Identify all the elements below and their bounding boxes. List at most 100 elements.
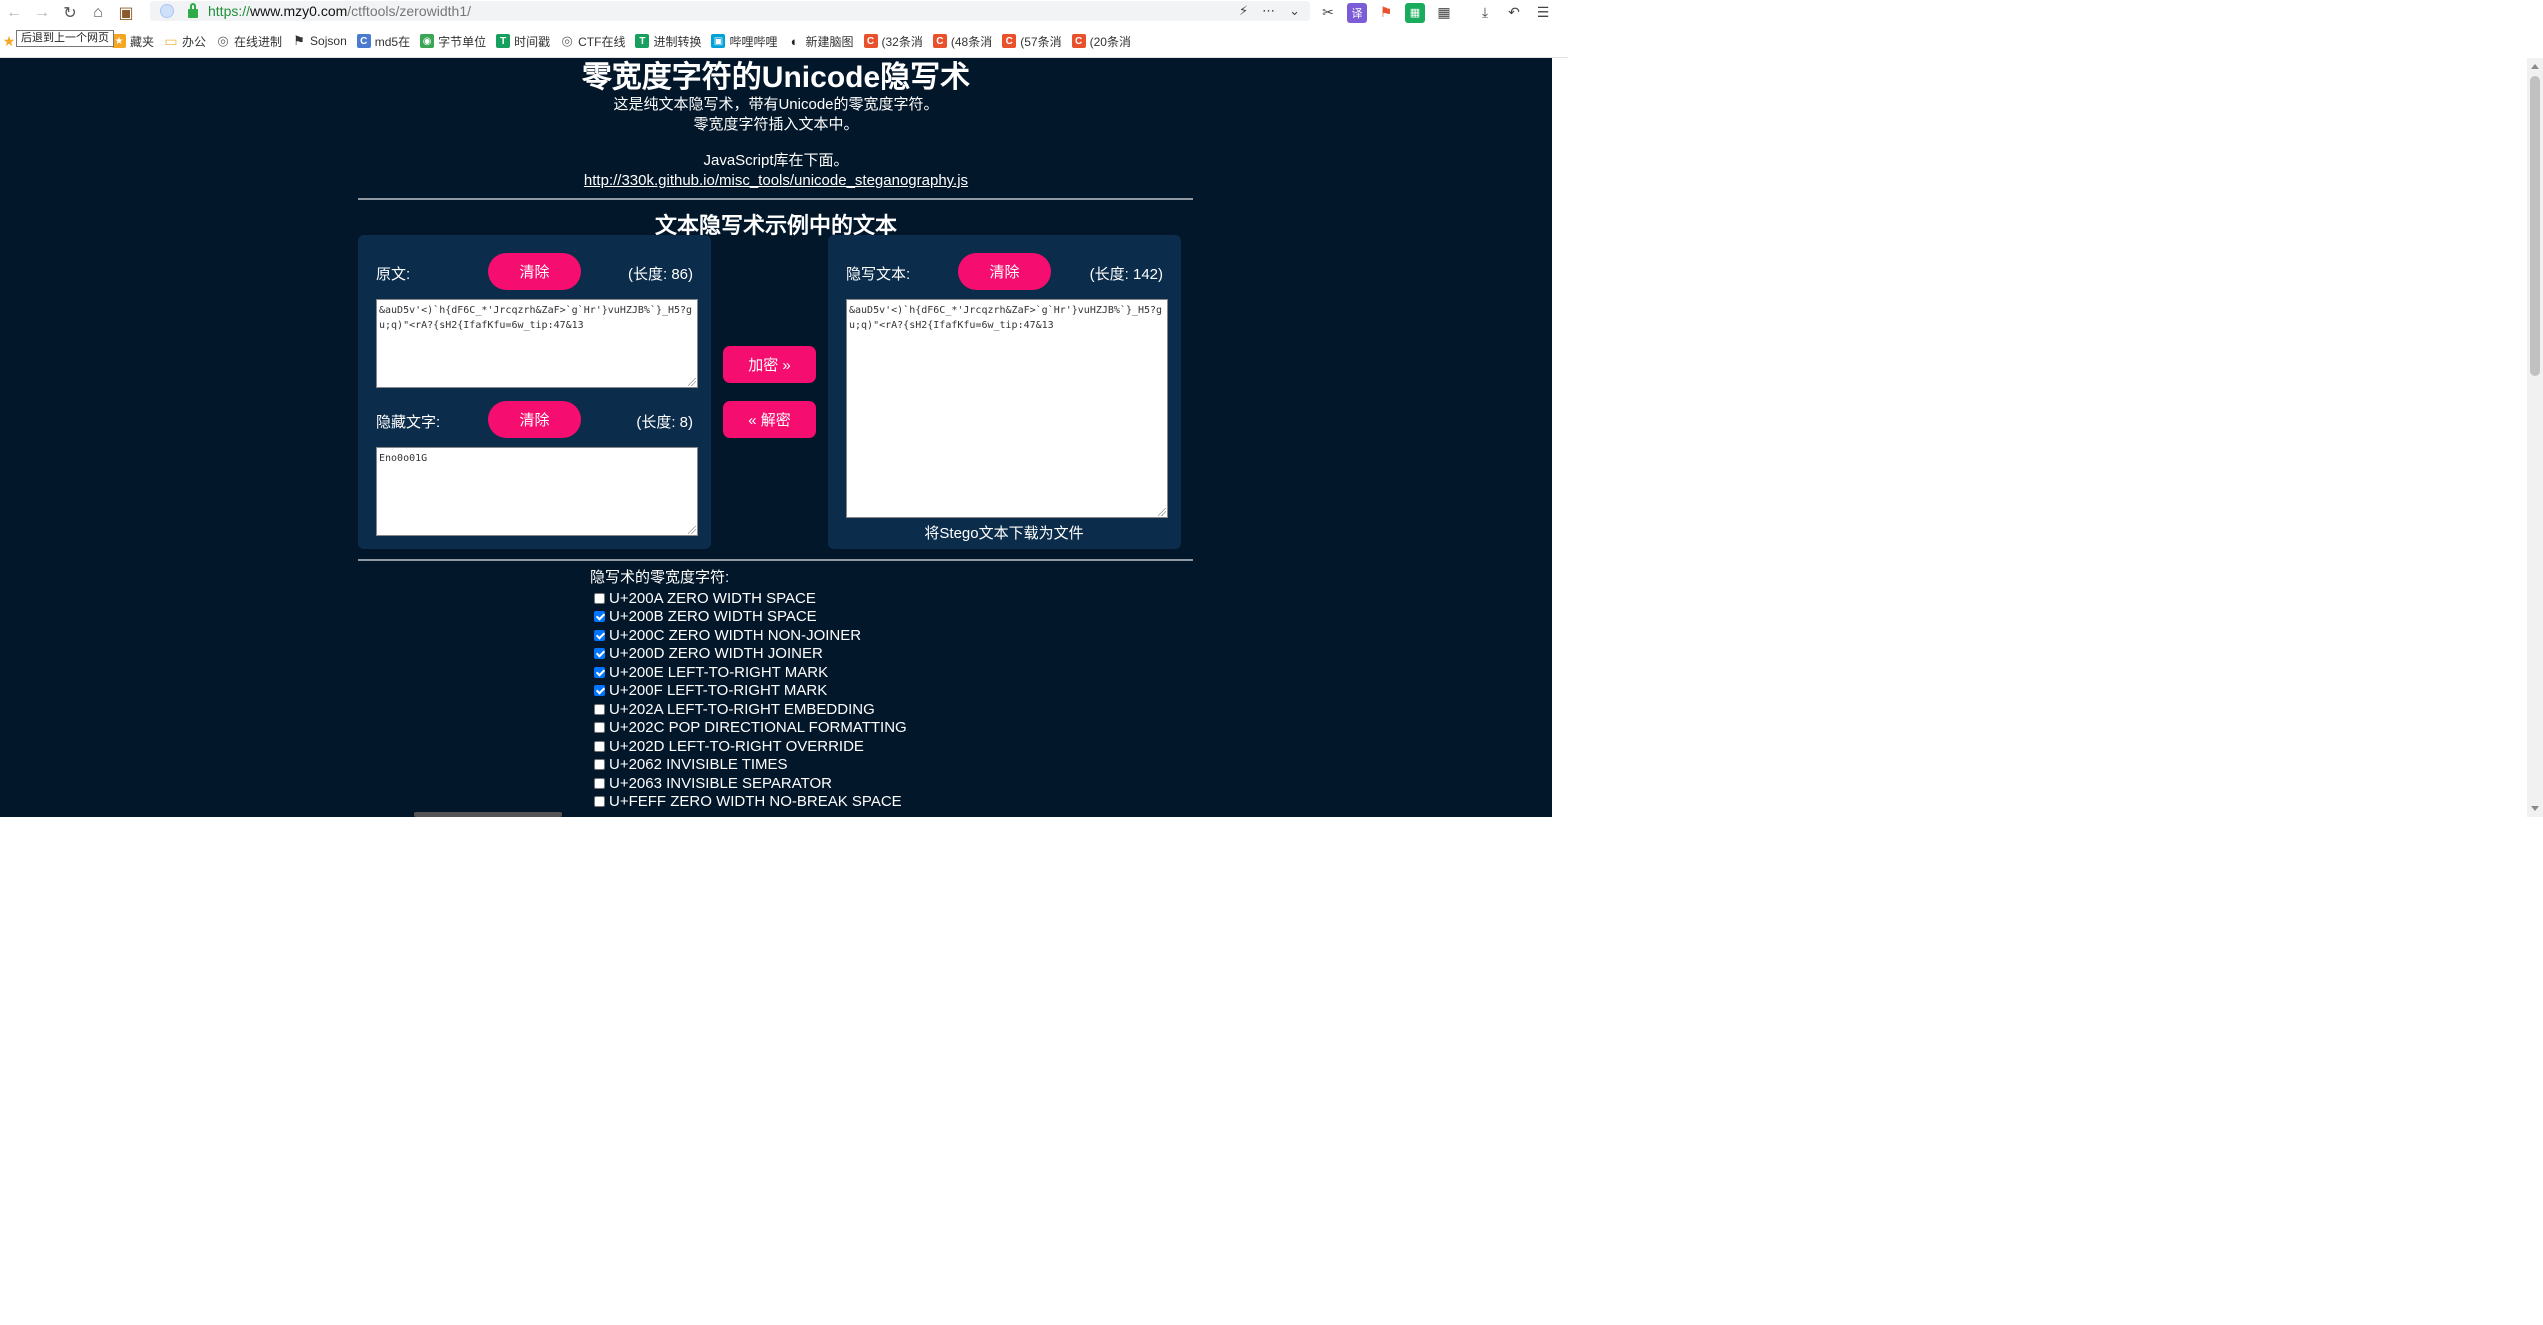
checkbox-unchecked[interactable] bbox=[594, 796, 605, 808]
swirl-icon: ◉ bbox=[420, 34, 435, 48]
checkbox-unchecked[interactable] bbox=[594, 777, 605, 789]
back-arrow-icon[interactable]: ← bbox=[0, 2, 28, 24]
decode-button[interactable]: « 解密 bbox=[723, 401, 816, 438]
bookmark-item[interactable]: T 时间戳 bbox=[496, 30, 550, 52]
bookmark-item[interactable]: ▭ 办公 bbox=[164, 30, 206, 52]
csdn-icon: C bbox=[1002, 34, 1017, 48]
lightning-icon[interactable]: ⚡ bbox=[1239, 3, 1248, 19]
checkbox-checked[interactable] bbox=[594, 611, 605, 623]
zero-width-option[interactable]: U+200F LEFT-TO-RIGHT MARK bbox=[590, 682, 1010, 701]
more-dots-icon[interactable]: ⋯ bbox=[1262, 3, 1275, 19]
zero-width-option[interactable]: U+2063 INVISIBLE SEPARATOR bbox=[590, 774, 1010, 793]
hidden-textarea[interactable]: Eno0o01G bbox=[376, 447, 698, 536]
page-content: 零宽度字符的Unicode隐写术 这是纯文本隐写术，带有Unicode的零宽度字… bbox=[0, 58, 1552, 817]
folder-icon: ▭ bbox=[164, 32, 178, 49]
bookmark-item[interactable]: ▣ 哔哩哔哩 bbox=[711, 30, 778, 52]
bookmark-item[interactable]: T 进制转换 bbox=[635, 30, 701, 52]
globe-icon: ◎ bbox=[217, 33, 229, 48]
browser-toolbar: ← → ↻ ⌂ ▣ https://www.mzy0.com/ctftools/… bbox=[0, 0, 1568, 25]
home-icon[interactable]: ⌂ bbox=[84, 2, 112, 24]
translate-icon[interactable]: 译 bbox=[1347, 2, 1367, 23]
checkbox-unchecked[interactable] bbox=[594, 759, 605, 771]
star-icon: ★ bbox=[112, 34, 126, 48]
bookmark-item[interactable]: Cmd5在 bbox=[356, 30, 410, 52]
chevron-down-icon[interactable]: ⌄ bbox=[1289, 3, 1300, 19]
scroll-thumb[interactable] bbox=[2530, 76, 2540, 376]
zero-width-option[interactable]: U+200D ZERO WIDTH JOINER bbox=[590, 645, 1010, 664]
intro-line-3: JavaScript库在下面。 bbox=[703, 152, 849, 169]
zero-width-option[interactable]: U+2062 INVISIBLE TIMES bbox=[590, 756, 1010, 775]
encode-button[interactable]: 加密 » bbox=[723, 346, 816, 383]
checkbox-checked[interactable] bbox=[594, 648, 605, 660]
apps-grid-icon[interactable]: ▦ bbox=[1434, 3, 1454, 23]
undo-icon[interactable]: ↶ bbox=[1504, 3, 1524, 23]
vertical-scrollbar[interactable] bbox=[2527, 58, 2543, 817]
intro-line-2: 零宽度字符插入文本中。 bbox=[693, 116, 859, 133]
original-text-label: 原文: bbox=[376, 266, 411, 283]
checkbox-unchecked[interactable] bbox=[594, 703, 605, 715]
reload-icon[interactable]: ↻ bbox=[56, 2, 84, 24]
scroll-down-arrow-icon[interactable] bbox=[2531, 806, 2539, 811]
url-text[interactable]: https://www.mzy0.com/ctftools/zerowidth1… bbox=[208, 3, 471, 19]
checkbox-unchecked[interactable] bbox=[594, 740, 605, 752]
zero-width-option-label: U+202A LEFT-TO-RIGHT EMBEDDING bbox=[609, 700, 875, 718]
bookmark-item[interactable]: C (57条消 bbox=[1002, 30, 1062, 52]
gamepad-icon[interactable]: ⚑ bbox=[1376, 3, 1396, 23]
bookmark-label: CTF在线 bbox=[578, 34, 626, 49]
checkbox-checked[interactable] bbox=[594, 629, 605, 641]
site-info-icon[interactable] bbox=[160, 4, 174, 18]
clear-hidden-button[interactable]: 清除 bbox=[488, 401, 581, 438]
original-textarea[interactable]: &auD5v'<)`h{dF6C_*'Jrcqzrh&ZaF>`g`Hr'}vu… bbox=[376, 299, 698, 388]
stego-textarea[interactable]: &auD5v'<)`h{dF6C_*'Jrcqzrh&ZaF>`g`Hr'}vu… bbox=[846, 299, 1168, 518]
briefcase-icon[interactable]: ▣ bbox=[112, 2, 140, 24]
zero-width-option-label: U+200F LEFT-TO-RIGHT MARK bbox=[609, 682, 828, 700]
bookmark-label: (48条消 bbox=[950, 34, 993, 49]
bookmark-item[interactable]: C (32条消 bbox=[863, 30, 923, 52]
zero-width-option[interactable]: U+202A LEFT-TO-RIGHT EMBEDDING bbox=[590, 700, 1010, 719]
bookmark-item[interactable]: ◎ 在线进制 bbox=[216, 30, 282, 52]
clear-original-button[interactable]: 清除 bbox=[488, 253, 581, 290]
zero-width-option[interactable]: U+200C ZERO WIDTH NON-JOINER bbox=[590, 626, 1010, 645]
page-title: 零宽度字符的Unicode隐写术 bbox=[581, 61, 971, 94]
bookmark-label: 藏夹 bbox=[130, 34, 155, 49]
address-bar[interactable]: https://www.mzy0.com/ctftools/zerowidth1… bbox=[150, 1, 1310, 21]
bookmark-item[interactable]: ★ 藏夹 bbox=[112, 30, 154, 52]
bookmark-item[interactable]: C (48条消 bbox=[932, 30, 993, 52]
zero-width-option[interactable]: U+200B ZERO WIDTH SPACE bbox=[590, 608, 1010, 627]
flag-icon: ⚑ bbox=[293, 33, 305, 48]
download-stego-link[interactable]: 将Stego文本下载为文件 bbox=[828, 522, 1180, 543]
zero-width-option-label: U+200D ZERO WIDTH JOINER bbox=[609, 645, 823, 663]
zero-width-option-label: U+2062 INVISIBLE TIMES bbox=[609, 756, 788, 774]
checkbox-unchecked[interactable] bbox=[594, 592, 605, 604]
bookmark-label: (57条消 bbox=[1020, 34, 1062, 49]
download-icon[interactable]: ⤓ bbox=[1475, 3, 1495, 23]
zero-width-option[interactable]: U+200E LEFT-TO-RIGHT MARK bbox=[590, 663, 1010, 682]
bookmark-item[interactable]: ◎ CTF在线 bbox=[560, 30, 625, 52]
checkbox-unchecked[interactable] bbox=[594, 722, 605, 734]
bookmark-item[interactable]: ◐ 新建脑图 bbox=[788, 30, 854, 52]
scissors-icon[interactable]: ✂ bbox=[1318, 3, 1338, 23]
zero-width-option[interactable]: U+202D LEFT-TO-RIGHT OVERRIDE bbox=[590, 737, 1010, 756]
zero-width-option[interactable]: U+FEFF ZERO WIDTH NO-BREAK SPACE bbox=[590, 793, 1010, 812]
checkbox-checked[interactable] bbox=[594, 685, 605, 697]
zero-width-option-label: U+200B ZERO WIDTH SPACE bbox=[609, 608, 817, 626]
horizontal-scroll-thumb[interactable] bbox=[414, 812, 562, 817]
clear-stego-button[interactable]: 清除 bbox=[958, 253, 1051, 290]
scroll-up-arrow-icon[interactable] bbox=[2531, 64, 2539, 69]
forward-arrow-icon[interactable]: → bbox=[28, 2, 56, 24]
resize-grip-icon[interactable] bbox=[1158, 508, 1166, 516]
checkbox-checked[interactable] bbox=[594, 666, 605, 678]
library-link[interactable]: http://330k.github.io/misc_tools/unicode… bbox=[584, 172, 968, 189]
resize-grip-icon[interactable] bbox=[688, 378, 696, 386]
menu-icon[interactable]: ☰ bbox=[1533, 3, 1553, 23]
zero-width-option[interactable]: U+202C POP DIRECTIONAL FORMATTING bbox=[590, 719, 1010, 738]
tool-icon: T bbox=[496, 34, 511, 48]
resize-grip-icon[interactable] bbox=[688, 526, 696, 534]
bookmark-item[interactable]: ⚑ Sojson bbox=[292, 30, 347, 52]
bookmark-item[interactable]: C (20条消 bbox=[1071, 30, 1131, 52]
zero-width-option[interactable]: U+200A ZERO WIDTH SPACE bbox=[590, 589, 1010, 608]
bookmark-label: 在线进制 bbox=[234, 34, 283, 49]
bookmark-item[interactable]: ◉ 字节单位 bbox=[420, 30, 486, 52]
reader-icon[interactable]: ▦ bbox=[1405, 2, 1425, 23]
left-panel: 原文: 清除 (长度: 86) &auD5v'<)`h{dF6C_*'Jrcqz… bbox=[358, 235, 711, 549]
